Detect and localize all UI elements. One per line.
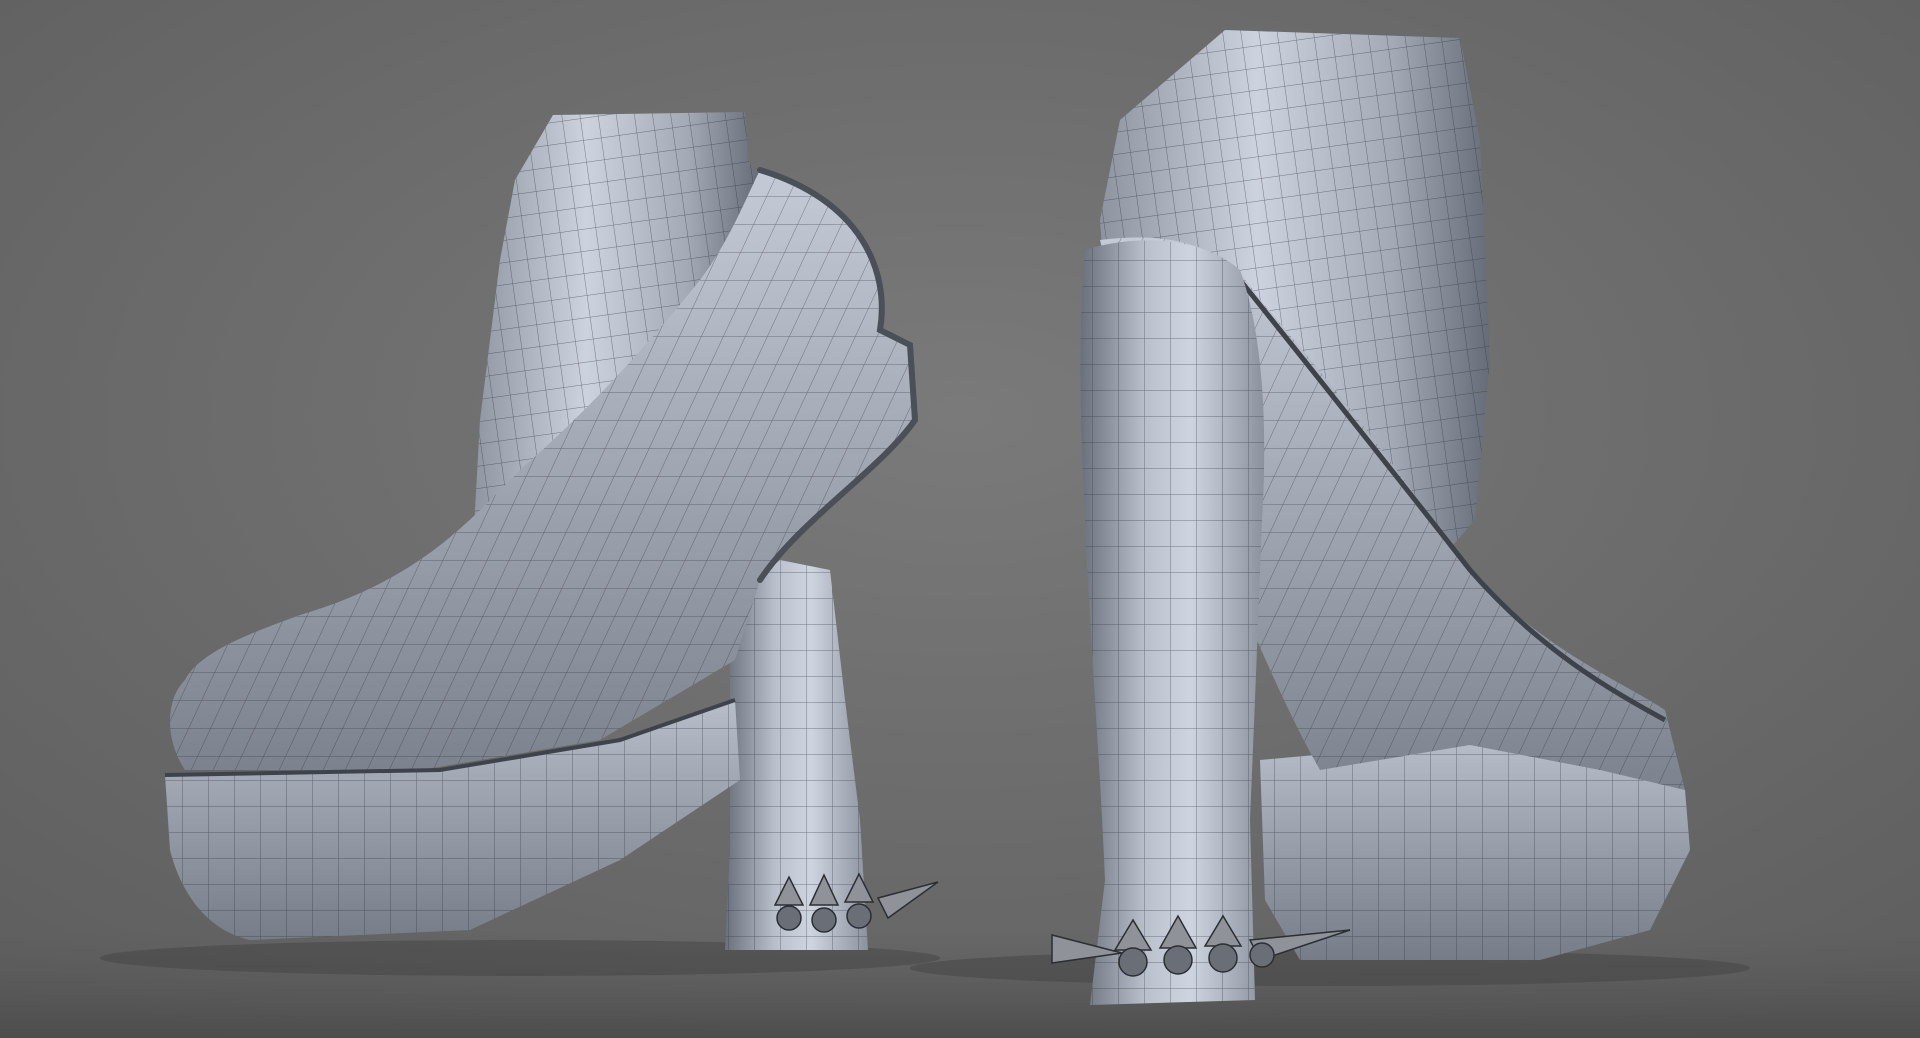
render-canvas (0, 0, 1920, 1038)
render-viewport (0, 0, 1920, 1038)
right-heel (1080, 240, 1265, 1005)
